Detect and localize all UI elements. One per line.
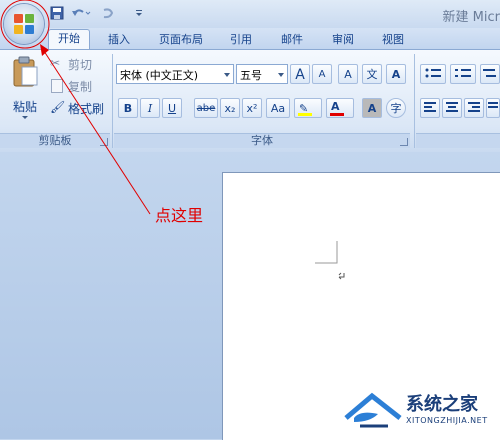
paste-icon [11, 56, 39, 88]
tab-view[interactable]: 视图 [374, 31, 412, 49]
tab-review[interactable]: 审阅 [324, 31, 362, 49]
format-painter-label: 格式刷 [68, 102, 105, 116]
clear-formatting-button[interactable]: A [338, 64, 358, 84]
multilevel-list-button[interactable] [480, 64, 500, 84]
paragraph-mark-icon [338, 272, 342, 280]
multilevel-list-icon [483, 69, 496, 77]
highlight-color-swatch [298, 113, 312, 116]
bullets-button[interactable] [420, 64, 446, 84]
title-bar: 新建 Micr [0, 0, 500, 28]
format-painter-icon: 🖌 [50, 100, 66, 114]
grow-font-button[interactable]: A [290, 64, 310, 84]
strikethrough-button[interactable]: abe [194, 98, 218, 118]
clipboard-group-label: 剪贴板 [0, 133, 110, 148]
font-group-label: 字体 [114, 133, 410, 148]
annotation-label: 点这里 [155, 206, 204, 225]
paragraph-group [416, 50, 500, 150]
copy-icon [51, 79, 63, 93]
watermark-logo: 系统之家 XITONGZHIJIA.NET [340, 388, 500, 436]
watermark-house-icon [344, 392, 402, 428]
shrink-font-button[interactable]: A [312, 64, 332, 84]
character-shading-button[interactable]: A [362, 98, 382, 118]
ribbon-tab-bar: 开始 插入 页面布局 引用 邮件 审阅 视图 [0, 28, 500, 50]
justify-icon [488, 102, 498, 108]
font-size-value: 五号 [240, 69, 262, 82]
cut-button[interactable]: ✂ 剪切 [50, 56, 110, 72]
align-center-button[interactable] [442, 98, 462, 118]
window-title: 新建 Micr [442, 10, 500, 25]
paragraph-group-label [416, 133, 500, 148]
chevron-down-icon [278, 73, 284, 77]
font-dialog-launcher-icon[interactable] [400, 138, 408, 146]
subscript-button[interactable]: x₂ [220, 98, 240, 118]
underline-button[interactable]: U [162, 98, 182, 118]
undo-icon[interactable] [70, 6, 92, 20]
tab-page-layout[interactable]: 页面布局 [150, 31, 212, 49]
bold-button[interactable]: B [118, 98, 138, 118]
highlight-button[interactable]: ✎ [294, 98, 322, 118]
font-size-select[interactable]: 五号 [236, 64, 288, 84]
tab-home[interactable]: 开始 [48, 29, 90, 50]
bullets-icon [425, 68, 441, 78]
tab-references[interactable]: 引用 [222, 31, 260, 49]
watermark-main-text: 系统之家 [406, 394, 478, 415]
customize-quick-access-icon[interactable] [134, 6, 144, 20]
align-right-icon [468, 102, 480, 112]
font-group: 宋体 (中文正文) 五号 A A A 文 A B I U abe x₂ x² A… [114, 50, 414, 150]
align-left-icon [424, 102, 436, 112]
watermark-sub-text: XITONGZHIJIA.NET [406, 416, 488, 425]
clipboard-dialog-launcher-icon[interactable] [100, 138, 108, 146]
superscript-button[interactable]: x² [242, 98, 262, 118]
scissors-icon: ✂ [50, 56, 61, 70]
copy-button[interactable]: 复制 [50, 78, 110, 94]
character-border-button[interactable]: A [386, 64, 406, 84]
font-color-swatch [330, 113, 344, 116]
highlighter-icon: ✎ [299, 102, 309, 115]
italic-button[interactable]: I [140, 98, 160, 118]
phonetic-guide-button[interactable]: 文 [362, 64, 382, 84]
justify-button[interactable] [486, 98, 500, 118]
change-case-button[interactable]: Aa [266, 98, 290, 118]
enclose-characters-button[interactable]: 字 [386, 98, 406, 118]
group-separator [414, 54, 415, 148]
numbering-icon [455, 69, 471, 77]
clipboard-group: 粘贴 ✂ 剪切 复制 🖌 格式刷 剪贴板 [0, 50, 112, 150]
office-logo-icon [14, 14, 34, 34]
ribbon: 粘贴 ✂ 剪切 复制 🖌 格式刷 剪贴板 宋体 (中文正文) 五号 A A A [0, 49, 500, 153]
copy-label: 复制 [68, 80, 93, 94]
font-name-select[interactable]: 宋体 (中文正文) [116, 64, 234, 84]
tab-mailings[interactable]: 邮件 [273, 31, 311, 49]
format-painter-button[interactable]: 🖌 格式刷 [50, 100, 110, 116]
numbering-button[interactable] [450, 64, 476, 84]
cut-label: 剪切 [68, 58, 93, 72]
font-name-value: 宋体 (中文正文) [120, 69, 199, 82]
paste-button[interactable]: 粘贴 [6, 54, 44, 124]
paste-label: 粘贴 [12, 100, 37, 114]
office-button[interactable] [4, 4, 44, 44]
chevron-down-icon [224, 73, 230, 77]
font-color-button[interactable]: A [326, 98, 354, 118]
save-icon[interactable] [50, 6, 64, 20]
group-separator [112, 54, 113, 148]
tab-insert[interactable]: 插入 [100, 31, 138, 49]
align-left-button[interactable] [420, 98, 440, 118]
align-right-button[interactable] [464, 98, 484, 118]
align-center-icon [446, 102, 458, 112]
redo-icon[interactable] [98, 6, 126, 20]
paste-dropdown-icon[interactable] [22, 116, 28, 119]
